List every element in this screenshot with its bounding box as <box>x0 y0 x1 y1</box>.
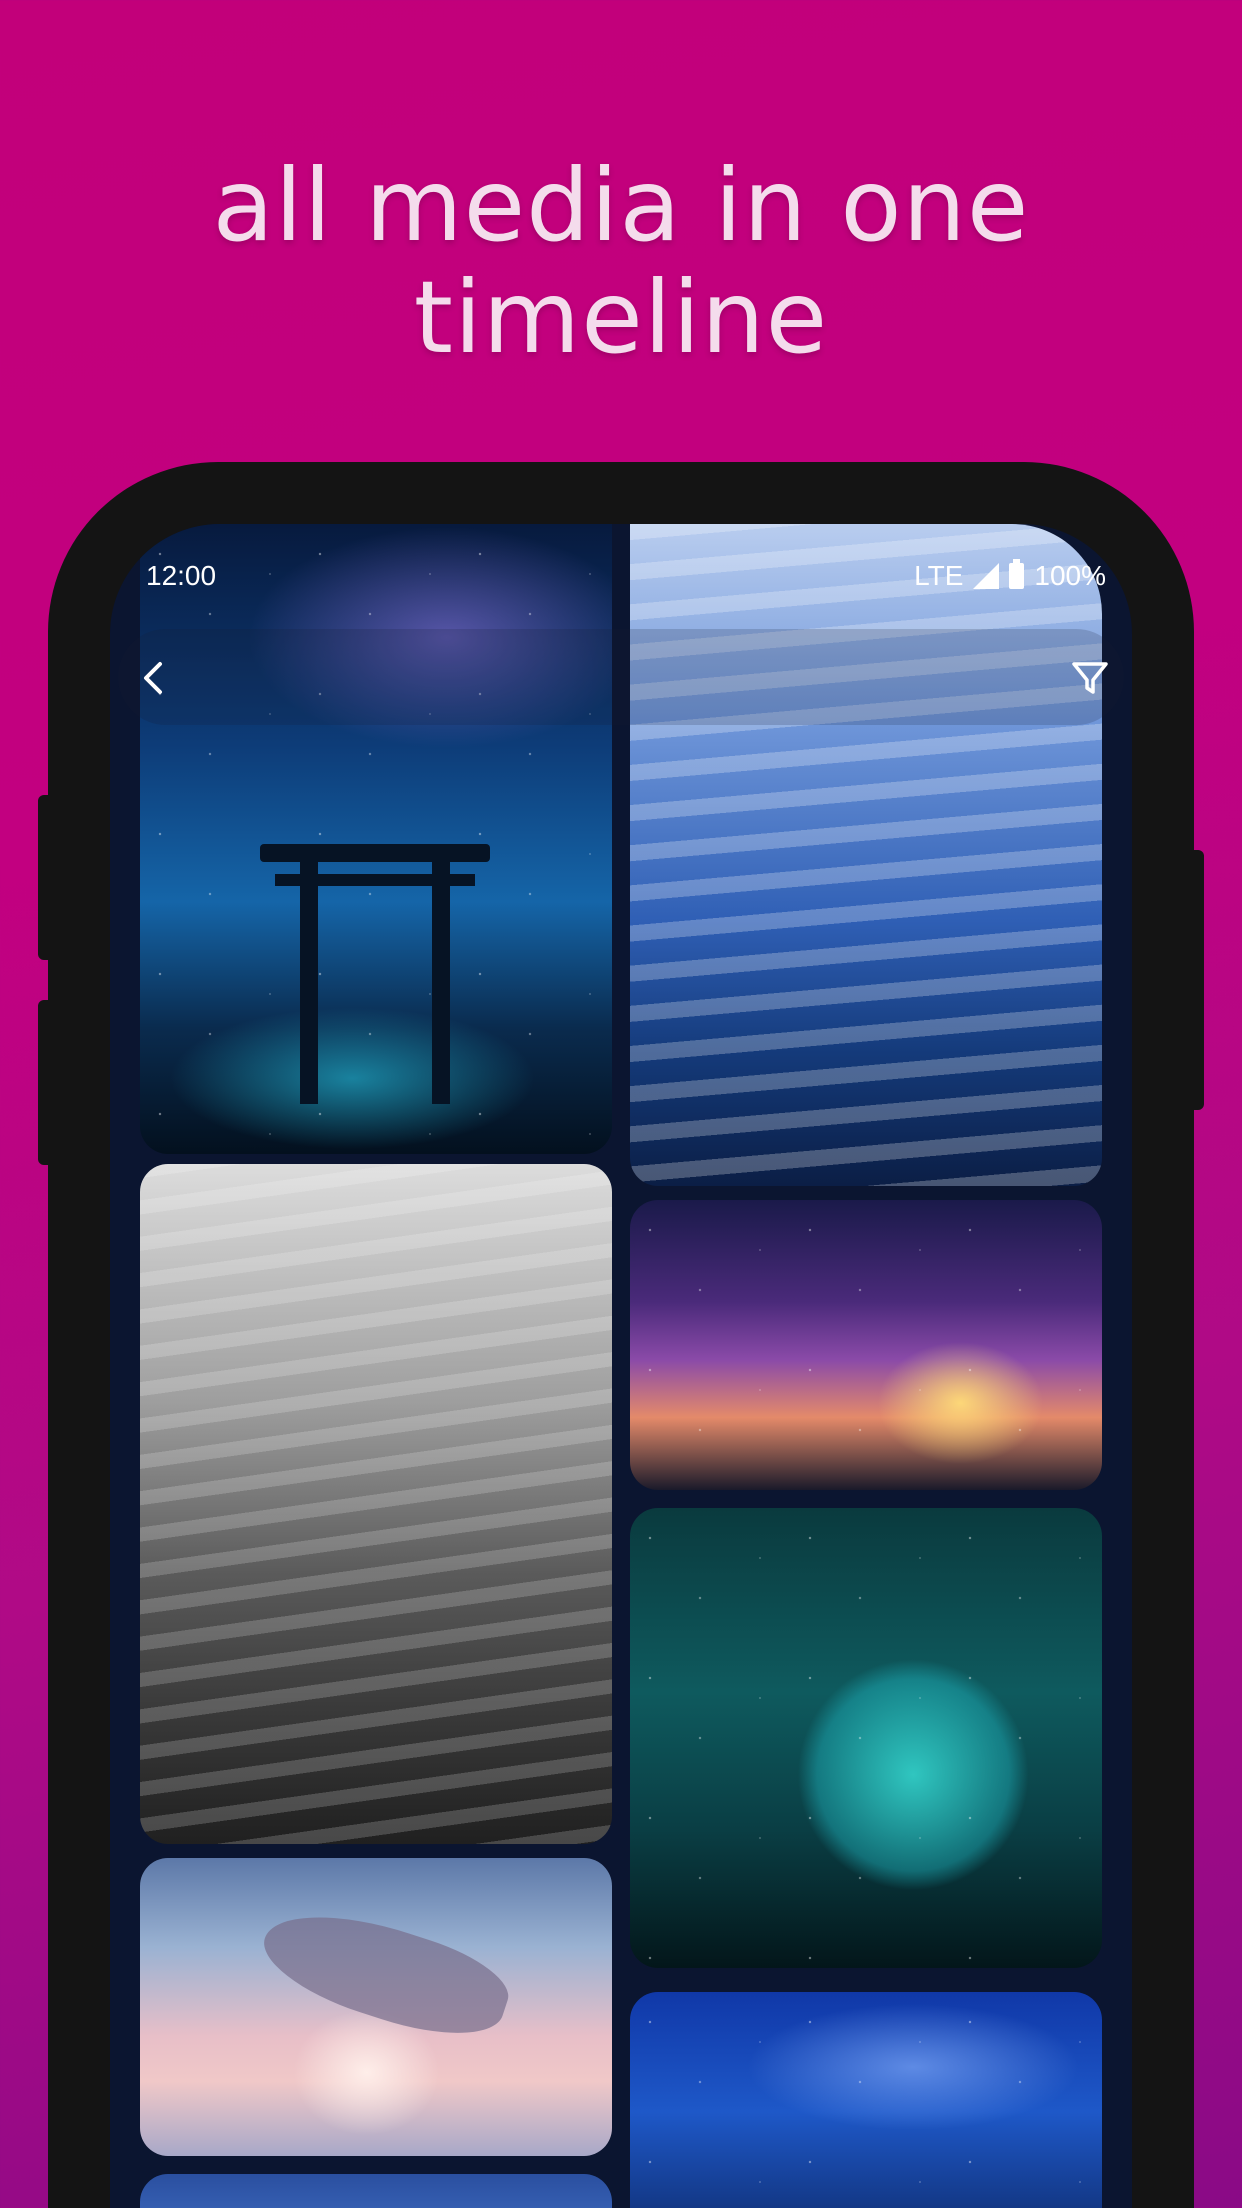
gallery-item-blue-stairs[interactable] <box>630 524 1102 1186</box>
gallery-item-torii-night[interactable] <box>140 524 612 1154</box>
gallery-item-night-hills[interactable] <box>630 1992 1102 2208</box>
chevron-left-icon <box>144 662 162 694</box>
gallery-item-cyan-sphere[interactable] <box>630 1508 1102 1968</box>
torii-gate-silhouette <box>260 844 490 1104</box>
status-bar: 12:00 LTE 100% <box>110 554 1132 604</box>
battery-icon <box>1009 559 1025 589</box>
phone-screen: 12:00 LTE 100% <box>110 524 1132 2208</box>
network-type: LTE <box>914 560 964 591</box>
headline-line-2: timeline <box>413 259 829 376</box>
gallery-item-purple-sunset[interactable] <box>630 1200 1102 1490</box>
headline: all media in one timeline <box>0 150 1242 374</box>
headline-line-1: all media in one <box>212 147 1030 264</box>
whale-silhouette <box>252 1891 518 2055</box>
gallery-item-blue-sky[interactable] <box>140 2174 612 2208</box>
top-app-bar <box>118 629 1124 725</box>
filter-icon <box>1072 662 1108 694</box>
filter-button[interactable] <box>1068 656 1112 700</box>
gallery-item-whale-sunset[interactable] <box>140 1858 612 2156</box>
battery-percent: 100% <box>1034 560 1106 591</box>
signal-icon <box>973 563 1000 589</box>
gallery-item-rainy-stairs[interactable] <box>140 1164 612 1844</box>
status-time: 12:00 <box>146 560 217 591</box>
back-button[interactable] <box>130 654 178 702</box>
